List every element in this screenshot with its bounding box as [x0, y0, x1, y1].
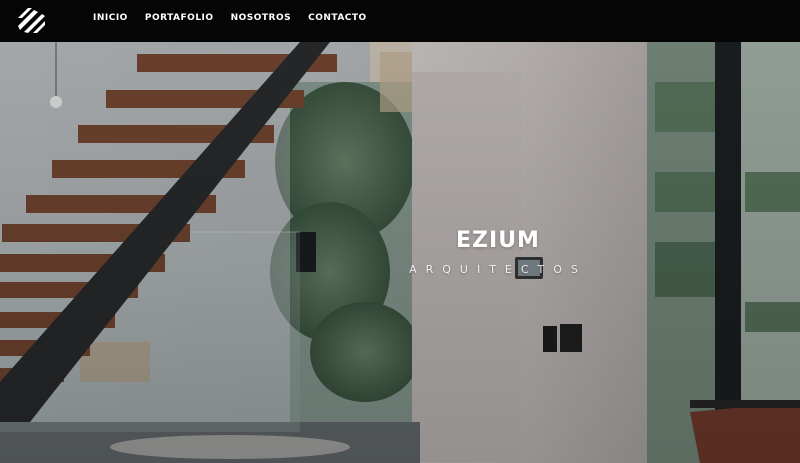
hero-brand: EZIUM ARQUITECTOS: [0, 228, 800, 276]
hero-title: EZIUM: [456, 228, 540, 253]
nav-link-portafolio[interactable]: PORTAFOLIO: [145, 13, 214, 23]
top-navigation-bar: INICIO PORTAFOLIO NOSOTROS CONTACTO: [0, 0, 800, 42]
ezium-stripes-logo-icon[interactable]: [16, 4, 46, 34]
nav-link-contacto[interactable]: CONTACTO: [308, 13, 367, 23]
nav-link-nosotros[interactable]: NOSOTROS: [231, 13, 292, 23]
main-nav: INICIO PORTAFOLIO NOSOTROS CONTACTO: [93, 13, 384, 23]
hero-subtitle: ARQUITECTOS: [409, 263, 587, 276]
nav-link-inicio[interactable]: INICIO: [93, 13, 128, 23]
